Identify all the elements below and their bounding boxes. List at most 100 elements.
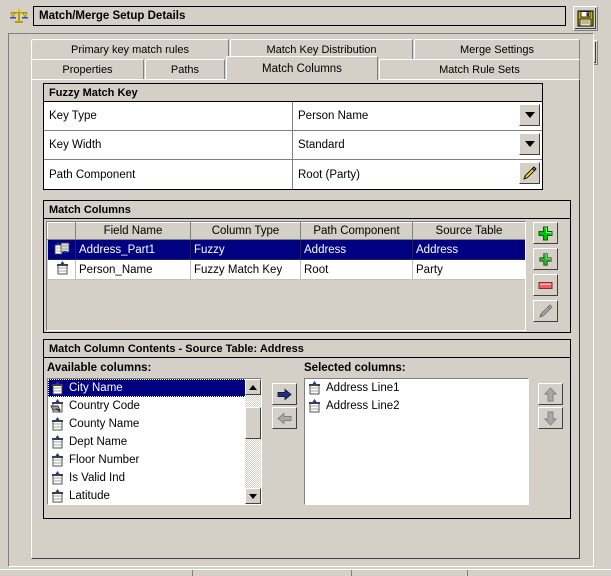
tab-merge-settings[interactable]: Merge Settings	[414, 39, 580, 59]
list-item[interactable]: Address Line2	[305, 397, 528, 415]
tab-label: Paths	[171, 64, 199, 76]
key-type-value: Person Name	[298, 110, 368, 122]
pencil-icon	[538, 304, 553, 319]
green-plus-icon	[538, 226, 553, 241]
fuzzy-match-key-title: Fuzzy Match Key	[49, 87, 138, 99]
row-icon-cell	[48, 240, 76, 260]
tab-match-columns[interactable]: Match Columns	[226, 56, 378, 80]
column-group-icon	[54, 241, 71, 256]
col-header-field-name[interactable]: Field Name	[76, 223, 191, 240]
tab-label: Match Columns	[262, 63, 342, 75]
move-left-button	[272, 407, 297, 429]
tab-label: Primary key match rules	[71, 44, 189, 56]
cell-column-type: Fuzzy Match Key	[191, 260, 301, 280]
tab-label: Properties	[62, 64, 112, 76]
add-secondary-button[interactable]	[533, 248, 558, 270]
pencil-icon[interactable]	[519, 162, 540, 184]
move-right-button[interactable]	[272, 383, 297, 405]
match-column-contents-header: Match Column Contents - Source Table: Ad…	[44, 340, 570, 358]
cell-source-table: Address	[413, 240, 526, 260]
status-cell-3	[352, 570, 468, 576]
main-panel: Primary key match rules Match Key Distri…	[8, 33, 594, 567]
match-columns-group: Match Columns Field Name Column Type	[43, 200, 571, 333]
chevron-down-icon[interactable]	[519, 133, 540, 155]
tab-match-rule-sets[interactable]: Match Rule Sets	[379, 59, 580, 79]
add-button[interactable]	[533, 222, 558, 244]
delete-button[interactable]	[533, 274, 558, 296]
arrow-up-icon	[544, 387, 557, 402]
col-header-source-table[interactable]: Source Table	[413, 223, 526, 240]
col-header-column-type[interactable]: Column Type	[191, 223, 301, 240]
green-plus-icon	[539, 253, 552, 266]
tab-strip: Primary key match rules Match Key Distri…	[9, 34, 595, 82]
edit-button	[533, 300, 558, 322]
list-item[interactable]: Is Valid Ind	[48, 469, 261, 487]
list-item[interactable]: Address Line1	[305, 379, 528, 397]
list-item-label: Address Line2	[326, 400, 400, 412]
status-bar	[0, 569, 611, 576]
column-icon	[50, 435, 65, 450]
cell-path-component: Address	[301, 240, 413, 260]
col-header-path-component[interactable]: Path Component	[301, 223, 413, 240]
tab-label: Merge Settings	[460, 44, 534, 56]
row-icon-cell	[48, 260, 76, 280]
available-columns-label: Available columns:	[47, 362, 151, 374]
column-icon	[55, 261, 70, 276]
column-icon	[50, 381, 65, 396]
tab-primary-key-match-rules[interactable]: Primary key match rules	[31, 39, 229, 59]
path-component-field[interactable]: Root (Party)	[293, 160, 542, 189]
list-item-label: County Name	[69, 418, 139, 430]
match-columns-title: Match Columns	[49, 204, 131, 216]
available-list-scrollbar[interactable]	[245, 379, 261, 504]
fuzzy-key-width-row: Key Width Standard	[44, 131, 542, 160]
save-button[interactable]	[573, 6, 598, 31]
list-item[interactable]: City Name	[48, 379, 261, 397]
selected-columns-list[interactable]: Address Line1 Address Line2	[304, 378, 529, 505]
cell-field-name: Person_Name	[76, 260, 191, 280]
list-item-label: City Name	[69, 382, 123, 394]
table-row[interactable]: Address_Part1 Fuzzy Address Address	[48, 240, 526, 260]
list-item[interactable]: Latitude	[48, 487, 261, 505]
list-item-label: Is Valid Ind	[69, 472, 125, 484]
cell-path-component: Root	[301, 260, 413, 280]
fuzzy-key-type-row: Key Type Person Name	[44, 102, 542, 131]
status-cell-2	[193, 570, 352, 576]
column-icon	[50, 453, 65, 468]
list-item[interactable]: Dept Name	[48, 433, 261, 451]
match-columns-grid[interactable]: Field Name Column Type Path Component So…	[46, 221, 526, 331]
list-item[interactable]: County Name	[48, 415, 261, 433]
cell-source-table: Party	[413, 260, 526, 280]
table-row[interactable]: Person_Name Fuzzy Match Key Root Party	[48, 260, 526, 280]
available-columns-list[interactable]: City Name Country Code	[47, 378, 262, 505]
column-icon	[307, 399, 322, 414]
tab-label: Match Key Distribution	[266, 44, 376, 56]
col-header-icon[interactable]	[48, 223, 76, 240]
match-merge-setup-window: Match/Merge Setup Details Primary key ma…	[0, 0, 611, 576]
key-width-combobox[interactable]: Standard	[293, 131, 542, 160]
fuzzy-match-key-header: Fuzzy Match Key	[44, 84, 542, 102]
key-width-value: Standard	[298, 139, 345, 151]
tab-paths[interactable]: Paths	[145, 59, 225, 79]
scroll-down-button[interactable]	[245, 488, 261, 504]
page-title-text: Match/Merge Setup Details	[39, 10, 185, 22]
tab-label: Match Rule Sets	[439, 64, 520, 76]
list-item[interactable]: Country Code	[48, 397, 261, 415]
chevron-down-icon[interactable]	[519, 104, 540, 126]
arrow-left-icon	[277, 412, 292, 425]
path-component-label: Path Component	[44, 160, 293, 189]
list-item-label: Country Code	[69, 400, 140, 412]
match-columns-table: Field Name Column Type Path Component So…	[47, 222, 526, 280]
list-item[interactable]: Floor Number	[48, 451, 261, 469]
key-type-combobox[interactable]: Person Name	[293, 102, 542, 131]
grid-empty-area	[48, 280, 526, 329]
scroll-up-button[interactable]	[245, 379, 261, 395]
tab-properties[interactable]: Properties	[31, 59, 144, 79]
scrollbar-thumb[interactable]	[245, 407, 261, 439]
lookup-column-icon	[50, 399, 65, 414]
cell-column-type: Fuzzy	[191, 240, 301, 260]
key-type-label: Key Type	[44, 102, 293, 131]
cell-field-name: Address_Part1	[76, 240, 191, 260]
match-column-contents-group: Match Column Contents - Source Table: Ad…	[43, 339, 571, 519]
scales-icon	[10, 8, 28, 24]
column-icon	[50, 417, 65, 432]
